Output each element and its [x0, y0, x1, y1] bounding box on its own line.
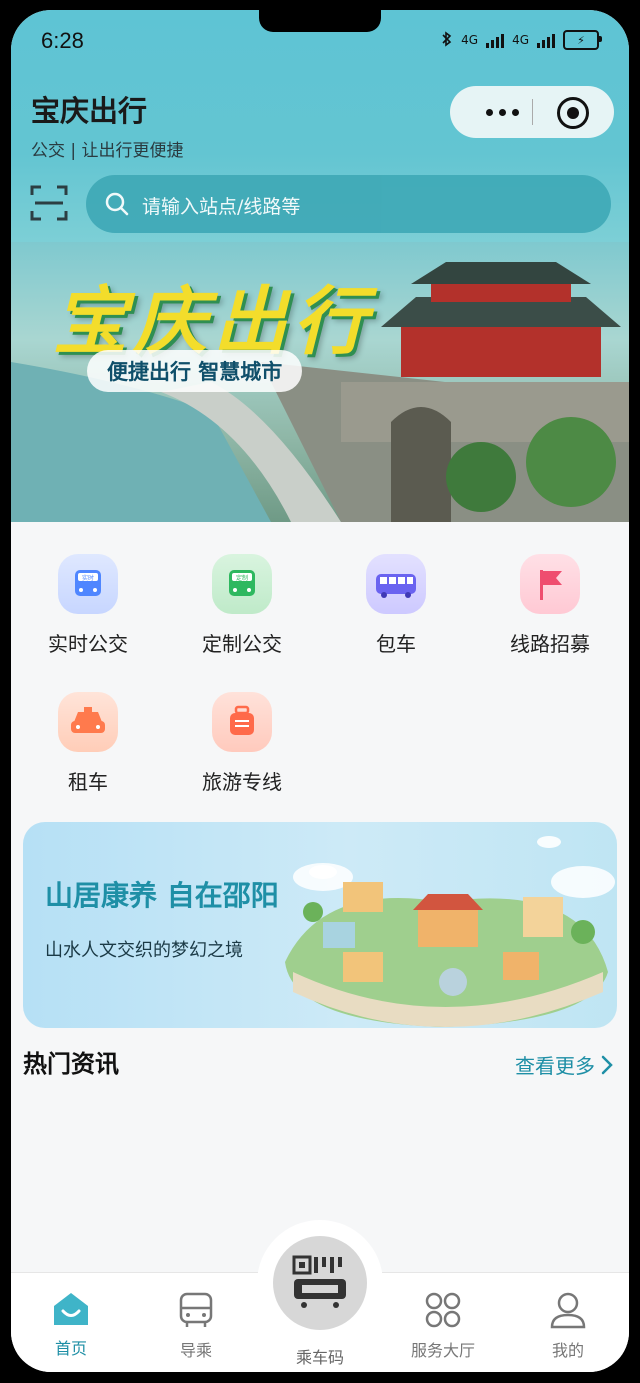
- camera-notch: [259, 10, 381, 32]
- svg-text:实时: 实时: [82, 574, 94, 582]
- service-realtime-bus[interactable]: 实时 实时公交: [23, 554, 153, 657]
- signal-icon: [486, 32, 505, 48]
- user-icon: [550, 1292, 586, 1329]
- custom-bus-icon: 定制: [212, 554, 272, 614]
- charter-bus-icon: [366, 554, 426, 614]
- capsule-divider: [532, 99, 533, 125]
- tab-service-hall[interactable]: 服务大厅: [393, 1291, 493, 1361]
- flag-icon: [520, 554, 580, 614]
- service-custom-bus[interactable]: 定制 定制公交: [177, 554, 307, 657]
- bluetooth-icon: [441, 30, 453, 50]
- service-rent-car[interactable]: 租车: [23, 692, 153, 795]
- ride-code-label: 乘车码: [295, 1348, 344, 1367]
- service-label: 实时公交: [48, 632, 128, 656]
- app-title: 宝庆出行: [31, 94, 148, 128]
- tab-label: 服务大厅: [410, 1341, 475, 1360]
- tab-mine[interactable]: 我的: [518, 1291, 618, 1361]
- miniprogram-capsule: [450, 86, 614, 138]
- chevron-right-icon: [601, 1055, 613, 1074]
- search-input[interactable]: 请输入站点/线路等: [86, 175, 611, 233]
- promo-illustration: [285, 836, 615, 1027]
- phone-screen: 6:28 4G 4G ⚡ 宝庆出行 公交 | 让出行更便捷 请输入站点/线路等 …: [11, 10, 629, 1372]
- promo-card[interactable]: 山居康养 自在邵阳 山水人文交织的梦幻之境: [23, 822, 617, 1028]
- search-placeholder: 请输入站点/线路等: [142, 196, 301, 218]
- hero-banner[interactable]: 宝庆出行 便捷出行 智慧城市: [11, 242, 629, 522]
- ride-code-button[interactable]: [273, 1236, 367, 1330]
- more-menu-icon[interactable]: [472, 86, 532, 138]
- signal-icon-2: [537, 32, 555, 48]
- service-label: 租车: [68, 770, 108, 794]
- home-icon: [54, 1293, 88, 1325]
- promo-subtitle: 山水人文交织的梦幻之境: [45, 940, 243, 961]
- service-tour-line[interactable]: 旅游专线: [177, 692, 307, 795]
- header-background: 6:28 4G 4G ⚡ 宝庆出行 公交 | 让出行更便捷 请输入站点/线路等: [11, 10, 629, 250]
- luggage-icon: [212, 692, 272, 752]
- service-label: 旅游专线: [202, 770, 282, 794]
- banner-subtitle: 便捷出行 智慧城市: [87, 350, 303, 392]
- tab-label: 我的: [551, 1341, 584, 1360]
- service-label: 包车: [376, 632, 416, 656]
- search-icon: [105, 192, 129, 216]
- service-charter[interactable]: 包车: [331, 554, 461, 657]
- tab-home[interactable]: 首页: [21, 1291, 121, 1359]
- news-section-title: 热门资讯: [23, 1050, 119, 1078]
- net-label-1: 4G: [461, 33, 479, 47]
- service-route-recruit[interactable]: 线路招募: [485, 554, 615, 657]
- scan-icon[interactable]: [29, 183, 69, 223]
- qr-code-icon: [292, 1255, 346, 1308]
- close-target-icon[interactable]: [557, 97, 589, 129]
- bus-icon: [179, 1292, 213, 1327]
- realtime-bus-icon: 实时: [58, 554, 118, 614]
- news-more-label: 查看更多: [515, 1054, 595, 1078]
- battery-icon: ⚡: [563, 30, 602, 50]
- grid-icon: [425, 1292, 461, 1328]
- status-icons: 4G 4G ⚡: [441, 30, 602, 50]
- net-label-2: 4G: [512, 33, 529, 47]
- status-time: 6:28: [41, 28, 84, 53]
- tab-guide[interactable]: 导乘: [146, 1291, 246, 1361]
- app-subtitle: 公交 | 让出行更便捷: [31, 141, 184, 161]
- taxi-icon: [58, 692, 118, 752]
- tab-label: 导乘: [179, 1341, 212, 1360]
- tab-label: 首页: [54, 1339, 87, 1358]
- news-more-link[interactable]: 查看更多: [515, 1050, 613, 1079]
- svg-text:定制: 定制: [236, 574, 248, 582]
- service-label: 线路招募: [510, 632, 590, 656]
- promo-title: 山居康养 自在邵阳: [45, 879, 279, 912]
- service-label: 定制公交: [202, 632, 282, 656]
